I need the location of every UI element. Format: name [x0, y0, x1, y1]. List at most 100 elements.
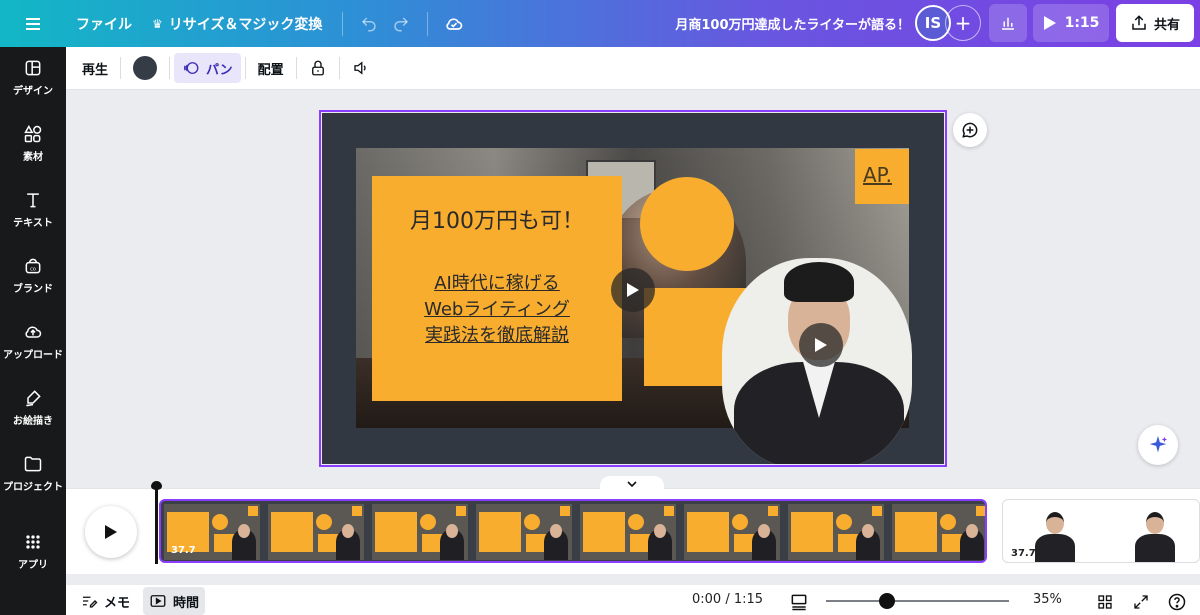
divider — [427, 11, 429, 36]
lock-icon — [311, 60, 324, 76]
color-button[interactable] — [125, 53, 165, 83]
collapse-timeline-button[interactable] — [600, 476, 664, 492]
clip-thumbnail — [580, 504, 676, 560]
present-button[interactable]: 1:15 — [1033, 4, 1109, 42]
redo-icon[interactable] — [385, 8, 417, 40]
clip-thumbnail — [476, 504, 572, 560]
text-icon — [27, 192, 39, 207]
play-icon — [105, 525, 117, 539]
zoom-slider-track[interactable] — [826, 600, 1009, 602]
sidebar-item-draw[interactable]: お絵描き — [0, 377, 66, 437]
resize-magic-button[interactable]: ♛ リサイズ＆マジック変換 — [142, 7, 332, 41]
divider — [120, 57, 122, 79]
document-title[interactable]: 月商100万円達成したライターが語る！ — [640, 0, 910, 47]
timeline-play-button[interactable] — [85, 506, 137, 558]
clip2-thumb — [1133, 508, 1177, 562]
playhead[interactable] — [155, 482, 158, 564]
brand-icon: co — [25, 258, 41, 273]
page-view-button[interactable] — [788, 591, 810, 613]
fullscreen-button[interactable] — [1130, 591, 1152, 613]
sidebar-item-text[interactable]: テキスト — [0, 179, 66, 239]
apps-icon — [26, 534, 40, 549]
badge-text[interactable]: AP. — [863, 163, 892, 187]
timeline-clip-2[interactable]: 37.7秒 — [1002, 499, 1200, 563]
clip-thumbnail — [268, 504, 364, 560]
video-timer-icon — [150, 595, 166, 607]
animation-icon — [183, 62, 199, 74]
undo-icon[interactable] — [353, 8, 385, 40]
sidebar-item-brand[interactable]: co ブランド — [0, 245, 66, 305]
grid-view-button[interactable] — [1094, 591, 1116, 613]
crown-icon: ♛ — [152, 16, 163, 31]
timeline-clip-1[interactable]: 37.7 — [159, 499, 987, 563]
presenter-play-button[interactable] — [799, 323, 843, 367]
add-comment-button[interactable] — [953, 113, 987, 147]
playhead-handle[interactable] — [151, 481, 162, 490]
grid-icon — [1098, 595, 1112, 609]
color-swatch — [133, 56, 158, 80]
notes-button[interactable]: メモ — [74, 587, 136, 615]
lock-button[interactable] — [301, 53, 335, 83]
bar-chart-icon — [1002, 17, 1014, 30]
timer-button[interactable]: 時間 — [143, 587, 206, 615]
play-icon — [815, 338, 827, 352]
presenter-hair — [784, 262, 854, 302]
left-sidebar: デザイン 素材 テキスト co ブランド アップロード お絵描き プロジェクト … — [0, 47, 66, 615]
clip-thumbnail — [892, 504, 985, 560]
folder-icon — [24, 456, 42, 471]
video-play-button[interactable] — [611, 268, 655, 312]
share-button[interactable]: 共有 — [1116, 4, 1194, 42]
sparkle-icon — [1149, 435, 1168, 453]
clip-duration: 37.7 — [171, 545, 196, 556]
volume-button[interactable] — [344, 53, 378, 83]
expand-icon — [1134, 595, 1148, 609]
design-page[interactable]: AP. 月100万円も可！ AI時代に稼げる Webライティング 実践法を徹底解… — [322, 113, 944, 464]
divider — [295, 57, 297, 79]
sidebar-item-apps[interactable]: アプリ — [0, 521, 66, 581]
draw-icon — [26, 389, 41, 406]
clip2-duration: 37.7秒 — [1011, 548, 1046, 559]
help-icon — [1168, 593, 1186, 611]
playback-button[interactable]: 再生 — [74, 53, 116, 83]
zoom-percent[interactable]: 35% — [1033, 592, 1062, 607]
speaker-icon — [354, 61, 366, 75]
sidebar-item-projects[interactable]: プロジェクト — [0, 443, 66, 503]
pan-animation-button[interactable]: パン — [174, 53, 241, 83]
share-upload-icon — [1132, 15, 1146, 30]
divider — [244, 57, 246, 79]
clip-thumbnail — [372, 504, 468, 560]
divider — [342, 11, 344, 36]
divider — [338, 57, 340, 79]
clip-thumbnail — [788, 504, 884, 560]
add-collaborator-button[interactable]: + — [945, 5, 981, 41]
subheadline-text[interactable]: AI時代に稼げる Webライティング 実践法を徹底解説 — [372, 271, 622, 349]
zoom-slider-handle[interactable] — [879, 593, 895, 609]
clip-thumbnail — [684, 504, 780, 560]
file-menu-button[interactable]: ファイル — [66, 7, 142, 41]
page-layout-icon — [791, 594, 807, 611]
divider — [169, 57, 171, 79]
clip-thumbnails — [164, 504, 985, 560]
context-toolbar: 再生 パン 配置 — [66, 47, 1200, 90]
help-button[interactable] — [1166, 591, 1188, 613]
play-icon — [627, 283, 639, 297]
svg-text:co: co — [30, 266, 36, 272]
insights-button[interactable] — [989, 4, 1027, 42]
notes-icon — [83, 596, 98, 608]
shapes-icon — [24, 124, 42, 142]
sidebar-item-uploads[interactable]: アップロード — [0, 311, 66, 371]
time-readout: 0:00 / 1:15 — [692, 592, 764, 607]
sidebar-item-elements[interactable]: 素材 — [0, 113, 66, 173]
cloud-upload-icon — [25, 326, 42, 338]
magic-assistant-button[interactable] — [1138, 425, 1178, 465]
bottom-bar — [66, 585, 1200, 615]
menu-icon[interactable] — [0, 0, 66, 47]
arrange-button[interactable]: 配置 — [250, 53, 292, 83]
play-icon — [1043, 16, 1056, 30]
headline-text[interactable]: 月100万円も可！ — [372, 203, 622, 235]
orange-circle-shape[interactable] — [640, 177, 734, 271]
sidebar-item-design[interactable]: デザイン — [0, 47, 66, 107]
chevron-down-icon — [627, 481, 637, 488]
layout-icon — [25, 60, 41, 75]
cloud-saved-icon[interactable] — [438, 8, 470, 40]
